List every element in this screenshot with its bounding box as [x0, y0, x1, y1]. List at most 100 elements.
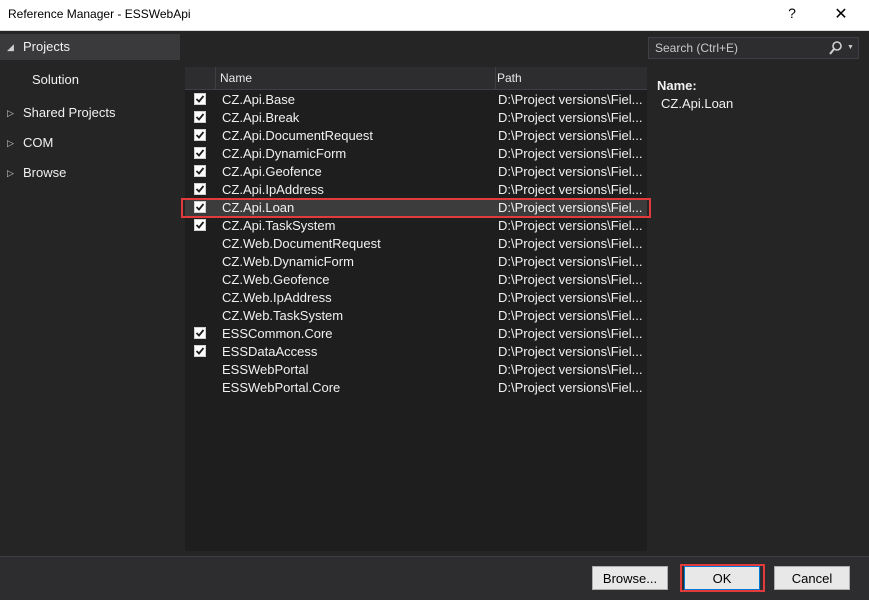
row-name: CZ.Api.DocumentRequest	[222, 128, 374, 143]
table-row[interactable]: CZ.Web.DynamicForm D:\Project versions\Fi…	[185, 253, 647, 271]
row-checkbox[interactable]	[194, 237, 206, 249]
checkmark-icon	[195, 203, 205, 211]
row-name: CZ.Web.TaskSystem	[222, 308, 344, 323]
row-checkbox[interactable]	[194, 147, 206, 159]
row-name: CZ.Web.DocumentRequest	[222, 236, 381, 251]
row-path: D:\Project versions\Fiel...	[498, 362, 643, 377]
row-path: D:\Project versions\Fiel...	[498, 344, 643, 359]
row-path: D:\Project versions\Fiel...	[498, 200, 643, 215]
row-name: CZ.Api.Loan	[222, 200, 295, 215]
row-checkbox[interactable]	[194, 201, 206, 213]
checkmark-icon	[195, 221, 205, 229]
row-name: ESSWebPortal.Core	[222, 380, 341, 395]
window-title: Reference Manager - ESSWebApi	[8, 7, 191, 21]
table-row[interactable]: ESSWebPortal.Core D:\Project versions\Fie…	[185, 379, 647, 397]
search-box: ▼	[648, 37, 859, 59]
browse-button[interactable]: Browse...	[592, 566, 668, 590]
details-name-label: Name:	[657, 78, 697, 93]
row-name: CZ.Api.Geofence	[222, 164, 322, 179]
search-input[interactable]	[649, 38, 831, 58]
table-row[interactable]: CZ.Api.DocumentRequest D:\Project version…	[185, 127, 647, 145]
sidebar-item-solution[interactable]: Solution	[0, 67, 180, 93]
row-name: ESSWebPortal	[222, 362, 309, 377]
table-row[interactable]: CZ.Api.Break D:\Project versions\Fiel...	[185, 109, 647, 127]
search-options-chevron-icon[interactable]: ▼	[847, 44, 854, 51]
row-path: D:\Project versions\Fiel...	[498, 146, 643, 161]
checkmark-icon	[195, 167, 205, 175]
row-checkbox[interactable]	[194, 183, 206, 195]
row-checkbox[interactable]	[194, 273, 206, 285]
row-path: D:\Project versions\Fiel...	[498, 164, 643, 179]
row-checkbox[interactable]	[194, 309, 206, 321]
table-row[interactable]: CZ.Api.Geofence D:\Project versions\Fiel.…	[185, 163, 647, 181]
table-row[interactable]: ESSDataAccess D:\Project versions\Fiel...	[185, 343, 647, 361]
row-name: CZ.Api.Break	[222, 110, 300, 125]
table-row[interactable]: CZ.Web.IpAddress D:\Project versions\Fiel…	[185, 289, 647, 307]
collapsed-arrow-icon: ▷	[7, 168, 14, 178]
table-row[interactable]: CZ.Api.DynamicForm D:\Project versions\Fi…	[185, 145, 647, 163]
row-name: CZ.Api.Base	[222, 92, 295, 107]
sidebar-item-projects[interactable]: ◢ Projects	[0, 34, 180, 60]
search-icon[interactable]	[829, 40, 843, 56]
table-row[interactable]: CZ.Api.Base D:\Project versions\Fiel...	[185, 91, 647, 109]
row-checkbox[interactable]	[194, 291, 206, 303]
checkmark-icon	[195, 131, 205, 139]
checkmark-icon	[195, 113, 205, 121]
table-row[interactable]: ESSWebPortal D:\Project versions\Fiel...	[185, 361, 647, 379]
row-checkbox[interactable]	[194, 111, 206, 123]
row-checkbox[interactable]	[194, 327, 206, 339]
row-checkbox[interactable]	[194, 219, 206, 231]
row-checkbox[interactable]	[194, 363, 206, 375]
row-name: CZ.Api.IpAddress	[222, 182, 324, 197]
row-name: ESSCommon.Core	[222, 326, 333, 341]
row-name: CZ.Web.IpAddress	[222, 290, 332, 305]
collapsed-arrow-icon: ▷	[7, 108, 14, 118]
reference-list: Name Path CZ.Api.Base D:\Project versions…	[185, 67, 647, 551]
row-checkbox[interactable]	[194, 129, 206, 141]
cancel-button[interactable]: Cancel	[774, 566, 850, 590]
row-path: D:\Project versions\Fiel...	[498, 128, 643, 143]
row-path: D:\Project versions\Fiel...	[498, 380, 643, 395]
table-row[interactable]: CZ.Api.TaskSystem D:\Project versions\Fie…	[185, 217, 647, 235]
category-sidebar: ◢ Projects Solution ▷ Shared Projects ▷ …	[0, 31, 180, 551]
table-row[interactable]: CZ.Api.Loan D:\Project versions\Fiel...	[185, 199, 647, 217]
row-path: D:\Project versions\Fiel...	[498, 308, 643, 323]
ok-button[interactable]: OK	[684, 566, 760, 590]
column-header-path[interactable]: Path	[496, 67, 647, 89]
close-button[interactable]: ✕	[828, 4, 854, 26]
sidebar-item-browse[interactable]: ▷ Browse	[0, 160, 180, 186]
title-bar: Reference Manager - ESSWebApi ? ✕	[0, 0, 869, 31]
column-header-name[interactable]: Name	[216, 67, 496, 89]
checkmark-icon	[195, 95, 205, 103]
table-row[interactable]: CZ.Api.IpAddress D:\Project versions\Fiel…	[185, 181, 647, 199]
sidebar-item-label: Projects	[23, 39, 70, 54]
row-checkbox[interactable]	[194, 165, 206, 177]
row-path: D:\Project versions\Fiel...	[498, 272, 643, 287]
table-row[interactable]: CZ.Web.TaskSystem D:\Project versions\Fie…	[185, 307, 647, 325]
row-checkbox[interactable]	[194, 345, 206, 357]
sidebar-item-shared-projects[interactable]: ▷ Shared Projects	[0, 100, 180, 126]
checkmark-icon	[195, 149, 205, 157]
row-name: CZ.Web.DynamicForm	[222, 254, 354, 269]
dialog-footer: Browse... OK Cancel	[0, 556, 869, 600]
details-panel: Name: CZ.Api.Loan	[657, 78, 857, 111]
row-path: D:\Project versions\Fiel...	[498, 290, 643, 305]
row-name: CZ.Api.DynamicForm	[222, 146, 347, 161]
table-row[interactable]: ESSCommon.Core D:\Project versions\Fiel..…	[185, 325, 647, 343]
row-name: ESSDataAccess	[222, 344, 318, 359]
list-header: Name Path	[185, 67, 647, 90]
collapsed-arrow-icon: ▷	[7, 138, 14, 148]
row-checkbox[interactable]	[194, 255, 206, 267]
row-checkbox[interactable]	[194, 381, 206, 393]
sidebar-item-com[interactable]: ▷ COM	[0, 130, 180, 156]
sidebar-item-label: Solution	[32, 72, 79, 87]
row-path: D:\Project versions\Fiel...	[498, 218, 643, 233]
table-row[interactable]: CZ.Web.Geofence D:\Project versions\Fiel.…	[185, 271, 647, 289]
row-name: CZ.Api.TaskSystem	[222, 218, 336, 233]
column-header-check[interactable]	[185, 67, 216, 89]
table-row[interactable]: CZ.Web.DocumentRequest D:\Project version…	[185, 235, 647, 253]
checkmark-icon	[195, 185, 205, 193]
help-button[interactable]: ?	[780, 5, 804, 25]
row-checkbox[interactable]	[194, 93, 206, 105]
row-path: D:\Project versions\Fiel...	[498, 110, 643, 125]
